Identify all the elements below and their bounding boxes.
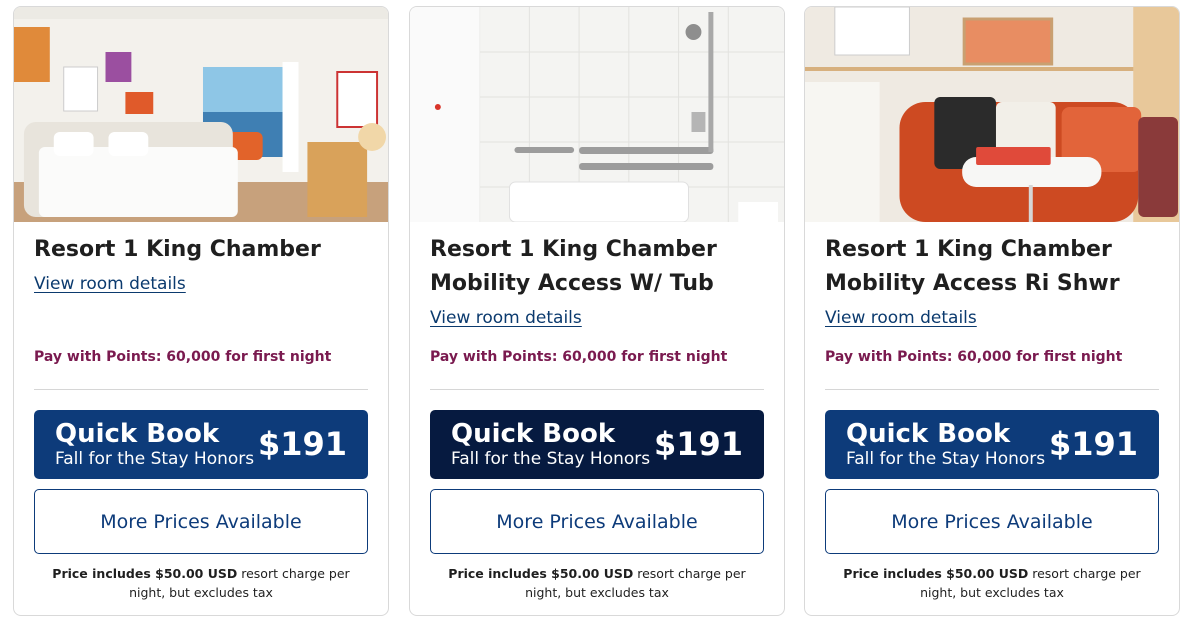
more-prices-button[interactable]: More Prices Available <box>430 489 764 554</box>
quick-book-label: Quick Book <box>55 419 220 449</box>
room-photo[interactable] <box>805 7 1179 222</box>
room-price: $191 <box>653 425 743 463</box>
price-note: Price includes $50.00 USD resort charge … <box>34 564 368 602</box>
rate-name: Fall for the Stay Honors <box>846 449 1046 469</box>
points-offer-text: Pay with Points: 60,000 for first night <box>430 349 728 365</box>
view-room-details-link[interactable]: View room details <box>430 307 582 329</box>
rate-name: Fall for the Stay Honors <box>55 449 255 469</box>
room-price: $191 <box>1048 425 1138 463</box>
divider <box>34 389 368 390</box>
quick-book-button[interactable]: Quick Book Fall for the Stay Honors $191 <box>430 410 764 479</box>
quick-book-button[interactable]: Quick Book Fall for the Stay Honors $191 <box>34 410 368 479</box>
price-note-bold: Price includes $50.00 USD <box>843 566 1029 581</box>
room-card: Resort 1 King Chamber Mobility Access W/… <box>409 6 785 616</box>
price-note-bold: Price includes $50.00 USD <box>448 566 634 581</box>
price-note: Price includes $50.00 USD resort charge … <box>430 564 764 602</box>
room-card: Resort 1 King Chamber View room details … <box>13 6 389 616</box>
more-prices-button[interactable]: More Prices Available <box>34 489 368 554</box>
divider <box>430 389 764 390</box>
points-offer-text: Pay with Points: 60,000 for first night <box>825 349 1123 365</box>
quick-book-button[interactable]: Quick Book Fall for the Stay Honors $191 <box>825 410 1159 479</box>
room-title: Resort 1 King Chamber <box>34 237 321 262</box>
room-price: $191 <box>257 425 347 463</box>
view-room-details-link[interactable]: View room details <box>825 307 977 329</box>
room-card: Resort 1 King Chamber Mobility Access Ri… <box>804 6 1180 616</box>
price-note: Price includes $50.00 USD resort charge … <box>825 564 1159 602</box>
more-prices-button[interactable]: More Prices Available <box>825 489 1159 554</box>
points-offer-text: Pay with Points: 60,000 for first night <box>34 349 332 365</box>
room-photo[interactable] <box>14 7 388 222</box>
room-title: Resort 1 King Chamber Mobility Access W/… <box>430 237 717 296</box>
quick-book-label: Quick Book <box>451 419 616 449</box>
divider <box>825 389 1159 390</box>
quick-book-label: Quick Book <box>846 419 1011 449</box>
view-room-details-link[interactable]: View room details <box>34 273 186 295</box>
rate-name: Fall for the Stay Honors <box>451 449 651 469</box>
price-note-bold: Price includes $50.00 USD <box>52 566 238 581</box>
room-title: Resort 1 King Chamber Mobility Access Ri… <box>825 237 1120 296</box>
room-photo[interactable] <box>410 7 784 222</box>
